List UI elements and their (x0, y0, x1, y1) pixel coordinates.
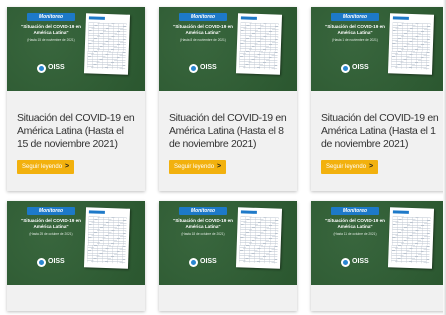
post-thumbnail[interactable]: Monitoreo "Situación del COVID-19 en Amé… (159, 7, 297, 91)
read-more-label: Seguir leyendo (22, 164, 63, 170)
report-document-image (83, 207, 131, 269)
read-more-label: Seguir leyendo (326, 164, 367, 170)
thumbnail-date: (Hasta 1 de noviembre de 2021) (332, 38, 378, 42)
oiss-logo-icon (37, 63, 46, 73)
thumbnail-date: (Hasta 11 de octubre de 2021) (333, 232, 377, 236)
document-header (88, 210, 105, 214)
post-thumbnail[interactable]: Monitoreo "Situación del COVID-19 en Amé… (7, 201, 145, 285)
monitoreo-badge: Monitoreo (179, 13, 227, 21)
chevron-right-icon: > (65, 163, 70, 170)
thumbnail-title: "Situación del COVID-19 en América Latin… (325, 24, 385, 35)
oiss-logo-text: OISS (352, 64, 369, 71)
read-more-label: Seguir leyendo (174, 164, 215, 170)
card-body: Situación del COVID-19 en América Latina… (321, 112, 441, 174)
thumbnail-title: "Situación del COVID-19 en América Latin… (21, 24, 81, 35)
post-card[interactable]: Monitoreo "Situación del COVID-19 en Amé… (311, 7, 446, 191)
post-thumbnail[interactable]: Monitoreo "Situación del COVID-19 en Amé… (311, 7, 446, 91)
oiss-logo: OISS (341, 257, 369, 267)
post-title[interactable]: Situación del COVID-19 en América Latina… (321, 112, 441, 151)
card-body: Situación del COVID-19 en América Latina… (17, 112, 137, 174)
thumbnail-date: (Hasta 15 de noviembre de 2021) (27, 38, 75, 42)
oiss-logo: OISS (189, 257, 217, 267)
oiss-logo-icon (341, 63, 350, 73)
oiss-logo-icon (37, 257, 46, 267)
monitoreo-badge: Monitoreo (331, 207, 379, 215)
thumbnail-title: "Situación del COVID-19 en América Latin… (173, 24, 233, 35)
oiss-logo-text: OISS (352, 258, 369, 265)
post-title[interactable]: Situación del COVID-19 en América Latina… (169, 112, 289, 151)
document-table (87, 216, 127, 264)
document-header (392, 16, 409, 20)
report-document-image (235, 207, 283, 269)
card-body: Situación del COVID-19 en América Latina… (169, 112, 289, 174)
document-header (392, 210, 409, 214)
thumbnail-date: (Hasta 8 de noviembre de 2021) (180, 38, 226, 42)
chevron-right-icon: > (217, 163, 222, 170)
read-more-button[interactable]: Seguir leyendo > (17, 160, 75, 174)
document-table (239, 22, 279, 70)
thumbnail-date: (Hasta 25 de octubre de 2021) (29, 232, 73, 236)
oiss-logo: OISS (37, 63, 65, 73)
post-card[interactable]: Monitoreo "Situación del COVID-19 en Amé… (159, 201, 297, 311)
report-document-image (83, 13, 131, 75)
post-card[interactable]: Monitoreo "Situación del COVID-19 en Amé… (311, 201, 446, 311)
monitoreo-badge: Monitoreo (27, 13, 75, 21)
read-more-button[interactable]: Seguir leyendo > (169, 160, 227, 174)
oiss-logo-text: OISS (48, 64, 65, 71)
read-more-button[interactable]: Seguir leyendo > (321, 160, 379, 174)
oiss-logo-text: OISS (200, 258, 217, 265)
thumbnail-title: "Situación del COVID-19 en América Latin… (325, 218, 385, 229)
page: Monitoreo "Situación del COVID-19 en Amé… (0, 0, 446, 315)
chevron-right-icon: > (369, 163, 374, 170)
post-grid: Monitoreo "Situación del COVID-19 en Amé… (7, 7, 446, 311)
post-card[interactable]: Monitoreo "Situación del COVID-19 en Amé… (7, 201, 145, 311)
post-card[interactable]: Monitoreo "Situación del COVID-19 en Amé… (159, 7, 297, 191)
thumbnail-title: "Situación del COVID-19 en América Latin… (21, 218, 81, 229)
oiss-logo-text: OISS (200, 64, 217, 71)
document-table (391, 22, 431, 70)
thumbnail-title: "Situación del COVID-19 en América Latin… (173, 218, 233, 229)
monitoreo-badge: Monitoreo (331, 13, 379, 21)
oiss-logo-icon (341, 257, 350, 267)
monitoreo-badge: Monitoreo (27, 207, 75, 215)
oiss-logo-text: OISS (48, 258, 65, 265)
oiss-logo-icon (189, 63, 198, 73)
oiss-logo-icon (189, 257, 198, 267)
document-header (88, 16, 105, 20)
document-header (240, 210, 257, 214)
document-table (87, 22, 127, 70)
post-card[interactable]: Monitoreo "Situación del COVID-19 en Amé… (7, 7, 145, 191)
oiss-logo: OISS (37, 257, 65, 267)
document-table (391, 216, 431, 264)
post-thumbnail[interactable]: Monitoreo "Situación del COVID-19 en Amé… (159, 201, 297, 285)
document-header (240, 16, 257, 20)
thumbnail-date: (Hasta 18 de octubre de 2021) (181, 232, 225, 236)
oiss-logo: OISS (341, 63, 369, 73)
document-table (239, 216, 279, 264)
post-thumbnail[interactable]: Monitoreo "Situación del COVID-19 en Amé… (311, 201, 446, 285)
report-document-image (387, 13, 435, 75)
report-document-image (235, 13, 283, 75)
oiss-logo: OISS (189, 63, 217, 73)
post-title[interactable]: Situación del COVID-19 en América Latina… (17, 112, 137, 151)
report-document-image (387, 207, 435, 269)
post-thumbnail[interactable]: Monitoreo "Situación del COVID-19 en Amé… (7, 7, 145, 91)
monitoreo-badge: Monitoreo (179, 207, 227, 215)
